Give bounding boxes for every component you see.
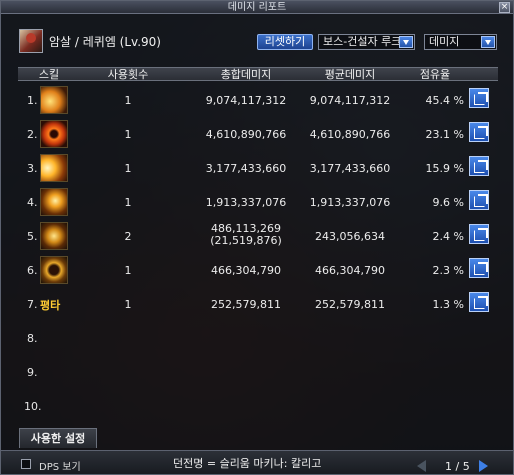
table-row: 7. 평타 1 252,579,811 252,579,811 1.3 % [18,288,498,322]
table-row: 5. 2 486,113,269 (21,519,876) 243,056,63… [18,220,498,254]
row-share: 9.6 % [432,196,464,209]
metric-select-value: 데미지 [429,35,460,48]
ring-wave-icon [40,256,68,284]
row-uses: 1 [124,162,132,175]
row-number: 4. [27,196,38,209]
header-skill: 스킬 [38,68,60,81]
dungeon-name: 던전명 = 슬리움 마키나: 칼리고 [173,457,322,470]
row-number: 9. [27,366,38,379]
table-row: 9. [18,356,498,390]
row-share: 15.9 % [425,162,464,175]
row-number: 1. [27,94,38,107]
row-number: 5. [27,230,38,243]
character-name: 암살 / 레퀴엠 (Lv.90) [49,35,161,49]
row-number: 10. [24,400,42,413]
window-titlebar[interactable]: 데미지 리포트 × [1,1,513,14]
row-avg: 252,579,811 [315,298,385,311]
reset-button[interactable]: 리셋하기 [257,34,313,50]
row-share: 45.4 % [425,94,464,107]
table-row: 1. 1 9,074,117,312 9,074,117,312 45.4 % [18,84,498,118]
dungeon-boss-select-value: 보스-건설자 루크 [323,35,402,48]
table-row: 6. 1 466,304,790 466,304,790 2.3 % [18,254,498,288]
metric-select[interactable]: 데미지 [424,34,497,50]
row-total: 9,074,117,312 [205,94,287,107]
table-row: 10. [18,390,498,424]
burst-icon [40,154,68,182]
row-total: 486,113,269 (21,519,876) [186,223,306,247]
row-total: 3,177,433,660 [205,162,287,175]
row-uses: 1 [124,196,132,209]
row-uses: 2 [124,230,132,243]
row-avg: 3,177,433,660 [309,162,391,175]
row-avg: 243,056,634 [315,230,385,243]
page-indicator: 1 / 5 [445,460,470,473]
table-row: 2. 1 4,610,890,766 4,610,890,766 23.1 % [18,118,498,152]
row-number: 2. [27,128,38,141]
row-avg: 1,913,337,076 [309,196,391,209]
used-settings-tab[interactable]: 사용한 설정 [19,428,97,448]
row-total: 466,304,790 [211,264,281,277]
row-total-sub: (21,519,876) [210,234,282,247]
orange-slash-icon [40,120,68,148]
share-icon[interactable] [469,292,489,312]
row-total: 4,610,890,766 [205,128,287,141]
prev-page-icon[interactable] [417,460,426,472]
header-avg: 평균데미지 [324,68,376,81]
row-number: 6. [27,264,38,277]
damage-report-window: 데미지 리포트 × 암살 / 레퀴엠 (Lv.90) 리셋하기 보스-건설자 루… [0,0,514,475]
row-number: 3. [27,162,38,175]
share-icon[interactable] [469,224,489,244]
character-portrait [19,29,43,53]
chevron-down-icon[interactable] [481,36,495,48]
table-row: 4. 1 1,913,337,076 1,913,337,076 9.6 % [18,186,498,220]
row-avg: 466,304,790 [315,264,385,277]
header-uses: 사용횟수 [107,68,149,81]
row-uses: 1 [124,94,132,107]
footer-bar: DPS 보기 던전명 = 슬리움 마키나: 칼리고 1 / 5 [1,450,513,474]
row-share: 2.3 % [432,264,464,277]
next-page-icon[interactable] [479,460,488,472]
crescent-slash-icon [40,86,68,114]
share-icon[interactable] [469,156,489,176]
share-icon[interactable] [469,122,489,142]
table-header: 스킬 사용횟수 총합데미지 평균데미지 점유율 [18,67,498,81]
swirl-icon [40,222,68,250]
header-share: 점유율 [419,68,451,81]
row-share: 2.4 % [432,230,464,243]
row-total: 252,579,811 [211,298,281,311]
row-share: 23.1 % [425,128,464,141]
share-icon[interactable] [469,258,489,278]
share-icon[interactable] [469,190,489,210]
header-total: 총합데미지 [220,68,272,81]
share-icon[interactable] [469,88,489,108]
chevron-down-icon[interactable] [399,36,413,48]
row-skill-text: 평타 [40,299,61,312]
dps-checkbox[interactable] [21,459,31,469]
dungeon-boss-select[interactable]: 보스-건설자 루크 [318,34,415,50]
row-avg: 4,610,890,766 [309,128,391,141]
row-total: 1,913,337,076 [205,196,287,209]
row-avg: 9,074,117,312 [309,94,391,107]
row-uses: 1 [124,128,132,141]
row-uses: 1 [124,264,132,277]
table-row: 8. [18,322,498,356]
row-uses: 1 [124,298,132,311]
window-title: 데미지 리포트 [227,2,287,13]
row-number: 7. [27,298,38,311]
row-share: 1.3 % [432,298,464,311]
arc-strike-icon [40,188,68,216]
dps-label: DPS 보기 [39,462,81,473]
close-icon[interactable]: × [499,2,510,13]
row-number: 8. [27,332,38,345]
table-row: 3. 1 3,177,433,660 3,177,433,660 15.9 % [18,152,498,186]
